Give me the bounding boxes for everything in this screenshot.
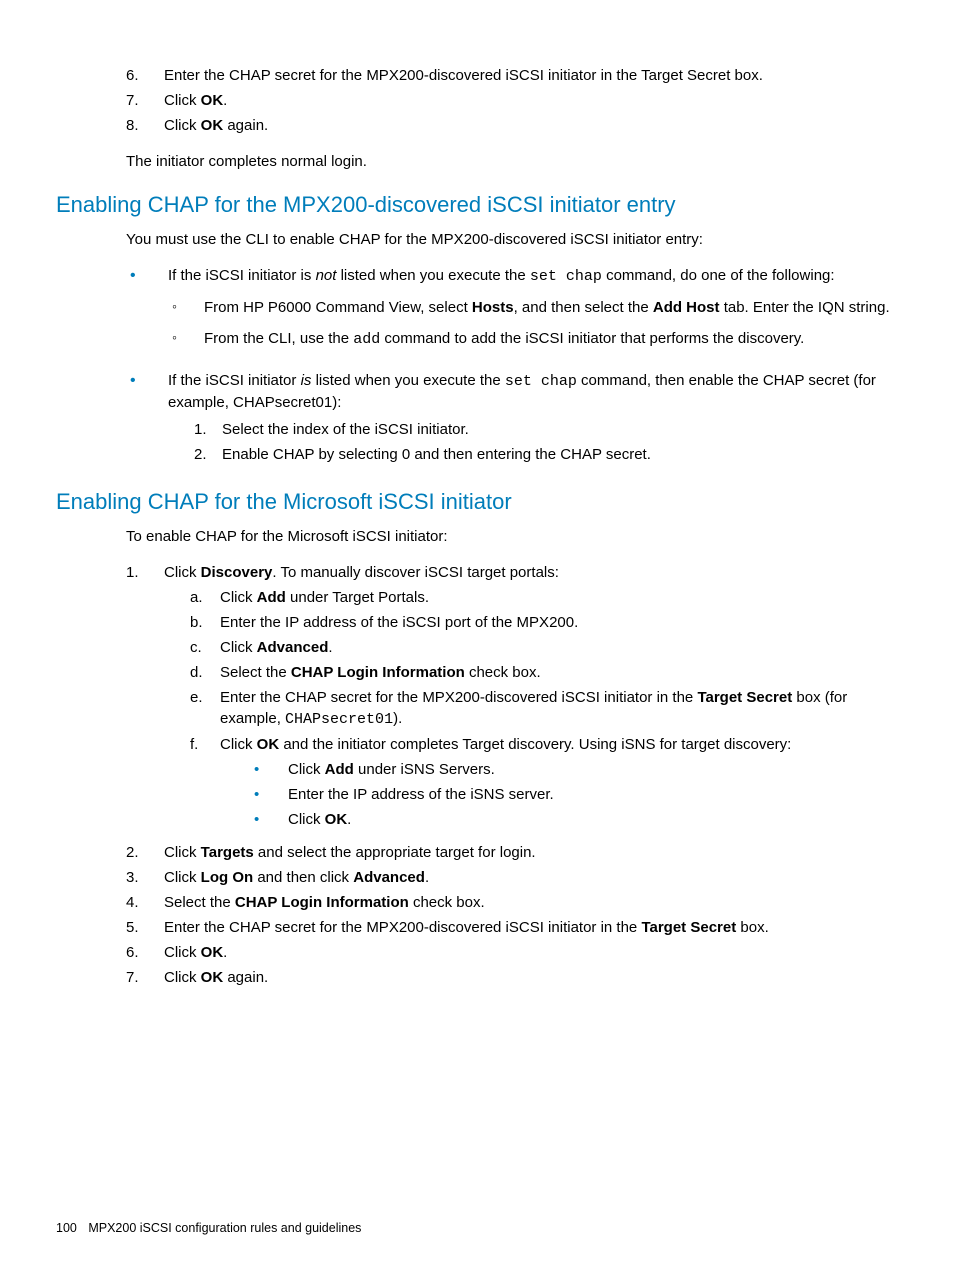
alpha-steps: a.Click Add under Target Portals. b.Ente… <box>190 587 898 834</box>
ms-step-2: 2.Click Targets and select the appropria… <box>126 842 898 863</box>
ms-step-4: 4.Select the CHAP Login Information chec… <box>126 892 898 913</box>
alpha-a: a.Click Add under Target Portals. <box>190 587 898 608</box>
step-6: 6. Enter the CHAP secret for the MPX200-… <box>126 65 898 86</box>
ms-step-3: 3.Click Log On and then click Advanced. <box>126 867 898 888</box>
section-heading-enabling-chap-microsoft: Enabling CHAP for the Microsoft iSCSI in… <box>56 487 898 518</box>
page-number: 100 <box>56 1221 77 1235</box>
isns-ip: Enter the IP address of the iSNS server. <box>246 784 898 805</box>
alpha-d: d.Select the CHAP Login Information chec… <box>190 662 898 683</box>
step-num: 6. <box>126 65 164 86</box>
isns-add: Click Add under iSNS Servers. <box>246 759 898 780</box>
inner-steps: 1.Select the index of the iSCSI initiato… <box>194 419 898 465</box>
page-footer: 100 MPX200 iSCSI configuration rules and… <box>56 1220 361 1238</box>
bullet-is-listed: If the iSCSI initiator is listed when yo… <box>126 370 898 469</box>
alpha-c: c.Click Advanced. <box>190 637 898 658</box>
step-text: Enter the CHAP secret for the MPX200-dis… <box>164 65 898 86</box>
ms-step-5: 5.Enter the CHAP secret for the MPX200-d… <box>126 917 898 938</box>
section-intro: You must use the CLI to enable CHAP for … <box>126 229 898 250</box>
section-heading-enabling-chap-mpx200: Enabling CHAP for the MPX200-discovered … <box>56 190 898 221</box>
step-num: 7. <box>126 90 164 111</box>
bullet-not-listed: If the iSCSI initiator is not listed whe… <box>126 265 898 360</box>
step-7: 7. Click OK. <box>126 90 898 111</box>
alpha-b: b.Enter the IP address of the iSCSI port… <box>190 612 898 633</box>
ms-step-1: 1. Click Discovery. To manually discover… <box>126 562 898 838</box>
footer-title: MPX200 iSCSI configuration rules and gui… <box>88 1221 361 1235</box>
step-8: 8. Click OK again. <box>126 115 898 136</box>
outro-text: The initiator completes normal login. <box>126 151 898 172</box>
inner-step-1: 1.Select the index of the iSCSI initiato… <box>194 419 898 440</box>
sub-bullet-cmdview: From HP P6000 Command View, select Hosts… <box>168 297 898 318</box>
step-num: 8. <box>126 115 164 136</box>
step-text: Click OK. <box>164 90 898 111</box>
ms-step-7: 7.Click OK again. <box>126 967 898 988</box>
alpha-f: f. Click OK and the initiator completes … <box>190 734 898 834</box>
sub-bullet-cli: From the CLI, use the add command to add… <box>168 328 898 350</box>
isns-ok: Click OK. <box>246 809 898 830</box>
continued-steps: 6. Enter the CHAP secret for the MPX200-… <box>126 65 898 136</box>
inner-step-2: 2.Enable CHAP by selecting 0 and then en… <box>194 444 898 465</box>
section-intro: To enable CHAP for the Microsoft iSCSI i… <box>126 526 898 547</box>
sub-bullets: From HP P6000 Command View, select Hosts… <box>168 297 898 350</box>
alpha-e: e.Enter the CHAP secret for the MPX200-d… <box>190 687 898 730</box>
bullet-list: If the iSCSI initiator is not listed whe… <box>126 265 898 469</box>
ms-step-6: 6.Click OK. <box>126 942 898 963</box>
step-text: Click OK again. <box>164 115 898 136</box>
ms-steps: 1. Click Discovery. To manually discover… <box>126 562 898 988</box>
isns-bullets: Click Add under iSNS Servers. Enter the … <box>246 759 898 830</box>
